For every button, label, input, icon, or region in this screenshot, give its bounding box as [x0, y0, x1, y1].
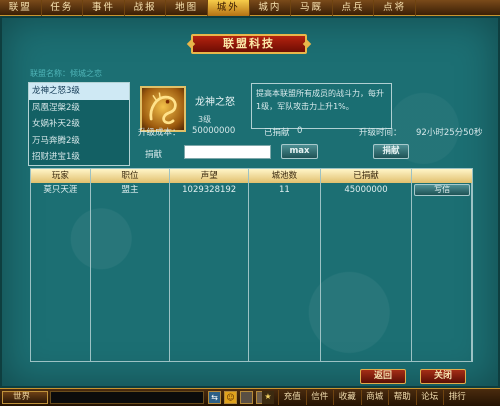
nav-tab-5[interactable]: 城外 — [207, 0, 250, 16]
donated-label: 已捐献 — [264, 128, 290, 138]
table-header-cell: 职位 — [91, 169, 171, 183]
nav-tab-2[interactable]: 事件 — [83, 0, 125, 16]
emoji-icon[interactable]: ☺ — [224, 391, 237, 404]
table-cell-donated: 45000000 — [321, 183, 413, 197]
donate-amount-input[interactable] — [184, 145, 271, 159]
tech-list-item[interactable]: 龙神之怒3级 — [29, 83, 129, 100]
tech-list-item[interactable]: 女娲补天2级 — [29, 116, 129, 133]
table-grid — [31, 183, 472, 361]
bottom-menu-item[interactable]: 商城 — [360, 390, 389, 405]
upgrade-time-value: 92小时25分50秒 — [416, 128, 483, 138]
table-cell-action: 写信 — [412, 183, 472, 197]
donate-button[interactable]: 捐献 — [373, 144, 409, 159]
donate-field-label: 捐献 — [145, 150, 163, 160]
member-table: 玩家 职位 声望 城池数 已捐献 莫只天涯 盟主 1029328192 11 45000000 写… — [30, 168, 473, 362]
alliance-tech-panel: 联盟科技 联盟名称：倾城之恋 龙神之怒3级 凤凰涅槃2级 女娲补天2级 万马奔腾2级招… — [0, 16, 500, 388]
table-header-cell: 城池数 — [249, 169, 321, 183]
bottom-menu-item[interactable]: 论坛 — [415, 390, 444, 405]
back-button[interactable]: 返回 — [360, 369, 406, 384]
top-nav: 联盟 任务 事件 战报 地图 城外 城内 马厩 点兵 点将 — [0, 0, 500, 16]
chat-channel-select[interactable]: 世界 — [2, 391, 48, 404]
bottom-menu-item[interactable]: 信件 — [305, 390, 334, 405]
table-header-cell: 声望 — [170, 169, 250, 183]
tech-name: 龙神之怒 — [195, 97, 235, 108]
bottom-menu-item[interactable]: 排行 — [443, 390, 471, 405]
nav-tab-4[interactable]: 地图 — [166, 0, 208, 16]
star-icon[interactable]: ★ — [262, 391, 274, 404]
table-cell-prestige: 1029328192 — [170, 183, 250, 197]
bottom-menu: 充值 信件 收藏 商城 帮助 论坛 排行 — [278, 390, 471, 405]
nav-tab-6[interactable]: 城内 — [250, 0, 292, 16]
tech-list-item[interactable]: 万马奔腾2级 — [29, 133, 129, 150]
nav-tab-1[interactable]: 任务 — [42, 0, 84, 16]
tech-list: 龙神之怒3级 凤凰涅槃2级 女娲补天2级 万马奔腾2级 招财进宝1级 — [28, 82, 130, 166]
table-cell-cities: 11 — [249, 183, 321, 197]
panel-title: 联盟科技 — [191, 34, 307, 54]
nav-tab-8[interactable]: 点兵 — [333, 0, 375, 16]
send-arrow-icon[interactable]: ⇆ — [208, 391, 221, 404]
donated-value: 0 — [297, 126, 303, 136]
bottom-menu-item[interactable]: 帮助 — [388, 390, 416, 405]
nav-tab-3[interactable]: 战报 — [125, 0, 167, 16]
bottom-bar: 世界 ⇆ ☺ ★ 充值 信件 收藏 商城 帮助 论坛 排行 — [0, 388, 500, 406]
chat-input[interactable] — [50, 391, 204, 404]
tech-list-item[interactable]: 凤凰涅槃2级 — [29, 100, 129, 117]
upgrade-cost-value: 50000000 — [192, 126, 236, 136]
close-button[interactable]: 关闭 — [420, 369, 466, 384]
nav-tab-9[interactable]: 点将 — [374, 0, 416, 16]
color-picker-icon[interactable] — [240, 391, 253, 404]
bottom-menu-item[interactable]: 充值 — [278, 390, 306, 405]
write-letter-button[interactable]: 写信 — [414, 184, 471, 196]
tech-list-item[interactable]: 招财进宝1级 — [29, 149, 129, 166]
upgrade-cost-label: 升级成本： — [138, 128, 181, 138]
bottom-menu-item[interactable]: 收藏 — [333, 390, 361, 405]
table-row: 莫只天涯 盟主 1029328192 11 45000000 写信 — [31, 183, 472, 197]
table-cell-player: 莫只天涯 — [31, 183, 91, 197]
table-header: 玩家 职位 声望 城池数 已捐献 — [31, 169, 472, 183]
nav-tab-0[interactable]: 联盟 — [0, 0, 42, 16]
table-cell-position: 盟主 — [91, 183, 171, 197]
table-header-cell: 玩家 — [31, 169, 91, 183]
alliance-name-label: 联盟名称：倾城之恋 — [30, 69, 102, 78]
table-header-cell: 已捐献 — [321, 169, 413, 183]
nav-tab-7[interactable]: 马厩 — [291, 0, 333, 16]
upgrade-time-label: 升级时间： — [359, 128, 402, 138]
max-button[interactable]: max — [281, 144, 318, 159]
tech-description: 提高本联盟所有成员的战斗力，每升1级，军队攻击力上升1%。 — [251, 83, 392, 129]
tech-level: 3级 — [198, 115, 212, 124]
table-header-cell — [412, 169, 472, 183]
